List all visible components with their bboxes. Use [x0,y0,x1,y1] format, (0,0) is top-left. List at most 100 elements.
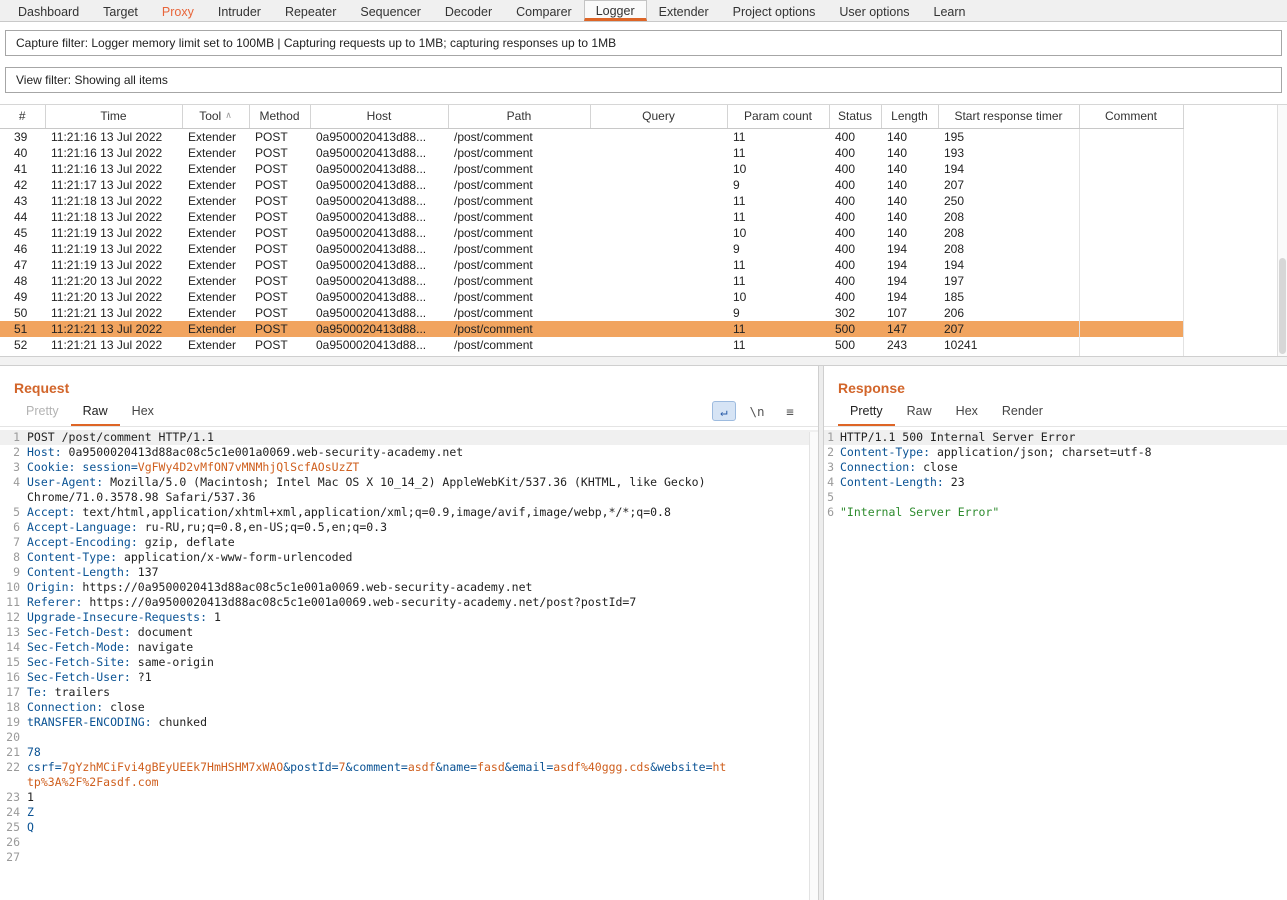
tab-extender[interactable]: Extender [647,0,721,21]
table-row[interactable]: 5111:21:21 13 Jul 2022ExtenderPOST0a9500… [0,321,1183,337]
nonprintable-chars-icon[interactable]: \n [745,401,769,421]
column-header-length[interactable]: Length [881,105,938,128]
code-text: Origin: https://0a9500020413d88ac08c5c1e… [27,580,532,595]
cell: 45 [0,225,45,241]
tab-project-options[interactable]: Project options [721,0,828,21]
cell: 10 [727,161,829,177]
tab-proxy[interactable]: Proxy [150,0,206,21]
column-header-path[interactable]: Path [448,105,590,128]
word-wrap-toggle-icon[interactable]: ↵ [712,401,736,421]
table-row[interactable]: 4511:21:19 13 Jul 2022ExtenderPOST0a9500… [0,225,1183,241]
column-header-status[interactable]: Status [829,105,881,128]
table-row[interactable]: 4411:21:18 13 Jul 2022ExtenderPOST0a9500… [0,209,1183,225]
scrollbar-thumb[interactable] [1279,258,1286,354]
column-header-comment[interactable]: Comment [1079,105,1183,128]
tab-target[interactable]: Target [91,0,150,21]
line-number: 21 [0,745,27,760]
table-vertical-scrollbar[interactable] [1277,105,1287,356]
cell [590,161,727,177]
request-tab-pretty[interactable]: Pretty [14,400,71,426]
table-row[interactable]: 4311:21:18 13 Jul 2022ExtenderPOST0a9500… [0,193,1183,209]
cell [590,128,727,145]
column-header-[interactable]: # [0,105,45,128]
tab-sequencer[interactable]: Sequencer [348,0,432,21]
tab-logger[interactable]: Logger [584,0,647,21]
tab-repeater[interactable]: Repeater [273,0,348,21]
table-row[interactable]: 3911:21:16 13 Jul 2022ExtenderPOST0a9500… [0,128,1183,145]
table-row[interactable]: 4011:21:16 13 Jul 2022ExtenderPOST0a9500… [0,145,1183,161]
cell: /post/comment [448,321,590,337]
response-tab-hex[interactable]: Hex [944,400,990,426]
table-row[interactable]: 4211:21:17 13 Jul 2022ExtenderPOST0a9500… [0,177,1183,193]
table-row[interactable]: 4711:21:19 13 Jul 2022ExtenderPOST0a9500… [0,257,1183,273]
tab-user-options[interactable]: User options [827,0,921,21]
code-line: 8Content-Type: application/x-www-form-ur… [0,550,818,565]
cell: /post/comment [448,241,590,257]
cell: POST [249,257,310,273]
cell: /post/comment [448,305,590,321]
response-tab-render[interactable]: Render [990,400,1055,426]
sort-asc-icon: ∧ [225,110,232,120]
cell: 10241 [938,337,1079,353]
response-tab-pretty[interactable]: Pretty [838,400,895,426]
code-text: Q [27,820,34,835]
line-number: 4 [824,475,840,490]
code-text: csrf=7gYzhMCiFvi4gBEyUEEk7HmHSHM7xWAO&po… [27,760,727,790]
cell: 10 [727,225,829,241]
tab-dashboard[interactable]: Dashboard [6,0,91,21]
response-tab-raw[interactable]: Raw [895,400,944,426]
table-row[interactable]: 4911:21:20 13 Jul 2022ExtenderPOST0a9500… [0,289,1183,305]
code-text: Content-Type: application/x-www-form-url… [27,550,352,565]
column-header-tool[interactable]: Tool∧ [182,105,249,128]
code-text: User-Agent: Mozilla/5.0 (Macintosh; Inte… [27,475,727,505]
response-editor[interactable]: 1HTTP/1.1 500 Internal Server Error2Cont… [824,427,1287,520]
table-horizontal-scrollbar[interactable] [0,356,1287,366]
column-header-param-count[interactable]: Param count [727,105,829,128]
code-text: "Internal Server Error" [840,505,999,520]
code-text: Accept-Language: ru-RU,ru;q=0.8,en-US;q=… [27,520,387,535]
cell: 0a9500020413d88... [310,177,448,193]
tab-learn[interactable]: Learn [922,0,978,21]
tab-decoder[interactable]: Decoder [433,0,504,21]
cell: 250 [938,193,1079,209]
request-editor-toolbar: ↵ \n ≡ [712,401,802,421]
request-panel: Request PrettyRawHex ↵\n≡ 1POST /post/co… [0,366,818,900]
tab-intruder[interactable]: Intruder [206,0,273,21]
editor-menu-icon[interactable]: ≡ [778,401,802,421]
cell: Extender [182,161,249,177]
request-tab-raw[interactable]: Raw [71,400,120,426]
code-line: 5 [824,490,1287,505]
cell: Extender [182,241,249,257]
tab-comparer[interactable]: Comparer [504,0,584,21]
request-tab-hex[interactable]: Hex [120,400,166,426]
column-header-method[interactable]: Method [249,105,310,128]
column-header-time[interactable]: Time [45,105,182,128]
table-row[interactable]: 4811:21:20 13 Jul 2022ExtenderPOST0a9500… [0,273,1183,289]
cell: 500 [829,337,881,353]
table-row[interactable]: 4111:21:16 13 Jul 2022ExtenderPOST0a9500… [0,161,1183,177]
request-editor-scrollbar[interactable] [809,432,818,900]
table-row[interactable]: 5011:21:21 13 Jul 2022ExtenderPOST0a9500… [0,305,1183,321]
cell: 47 [0,257,45,273]
cell: 11 [727,145,829,161]
code-text: Connection: close [840,460,958,475]
cell: POST [249,209,310,225]
cell: POST [249,161,310,177]
code-line: 12Upgrade-Insecure-Requests: 1 [0,610,818,625]
view-filter-bar[interactable]: View filter: Showing all items [5,67,1282,93]
line-number: 4 [0,475,27,505]
cell: 11 [727,337,829,353]
column-header-host[interactable]: Host [310,105,448,128]
cell: /post/comment [448,289,590,305]
cell [1079,177,1183,193]
table-row[interactable]: 5311:21:22 13 Jul 2022ExtenderPOST0a9500… [0,353,1183,357]
request-editor[interactable]: 1POST /post/comment HTTP/1.12Host: 0a950… [0,427,818,865]
column-header-query[interactable]: Query [590,105,727,128]
table-row[interactable]: 4611:21:19 13 Jul 2022ExtenderPOST0a9500… [0,241,1183,257]
table-row[interactable]: 5211:21:21 13 Jul 2022ExtenderPOST0a9500… [0,337,1183,353]
capture-filter-bar[interactable]: Capture filter: Logger memory limit set … [5,30,1282,56]
line-number: 8 [0,550,27,565]
cell: 11 [727,128,829,145]
column-header-start-response-timer[interactable]: Start response timer [938,105,1079,128]
code-line: 6"Internal Server Error" [824,505,1287,520]
